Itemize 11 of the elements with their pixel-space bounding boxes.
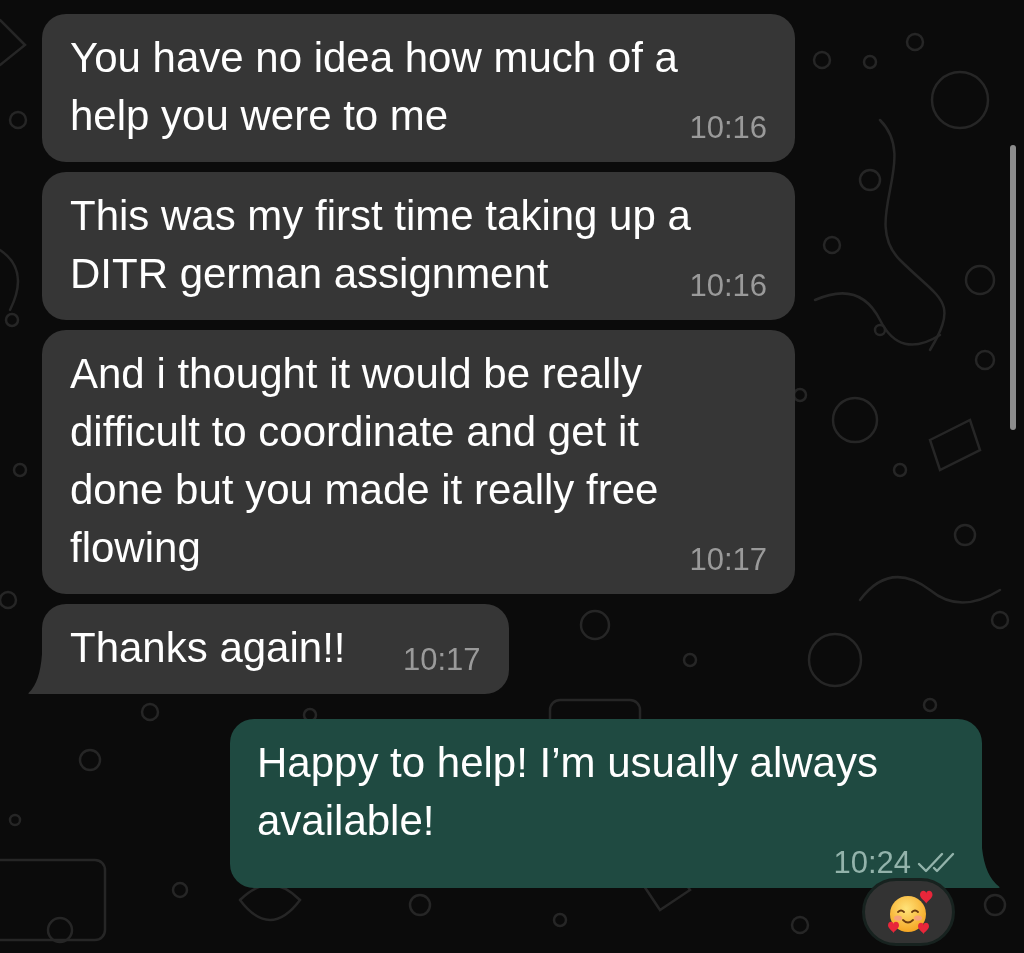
message-time: 10:16	[689, 111, 767, 145]
scrollbar-thumb[interactable]	[1010, 145, 1016, 430]
message-text: And i thought it would be really difficult to coordinate and get it done but you made it really free flowing	[70, 350, 659, 571]
message-text: Thanks again!!	[70, 624, 346, 671]
message-time: 10:16	[689, 269, 767, 303]
message-time: 10:24	[833, 846, 911, 880]
message-text: You have no idea how much of a help you were to me	[70, 34, 678, 139]
message-text: This was my first time taking up a DITR german assignment	[70, 192, 691, 297]
message-time: 10:17	[689, 543, 767, 577]
message-text: Happy to help! I’m usually always available!	[257, 739, 878, 844]
message-time: 10:17	[402, 643, 481, 677]
